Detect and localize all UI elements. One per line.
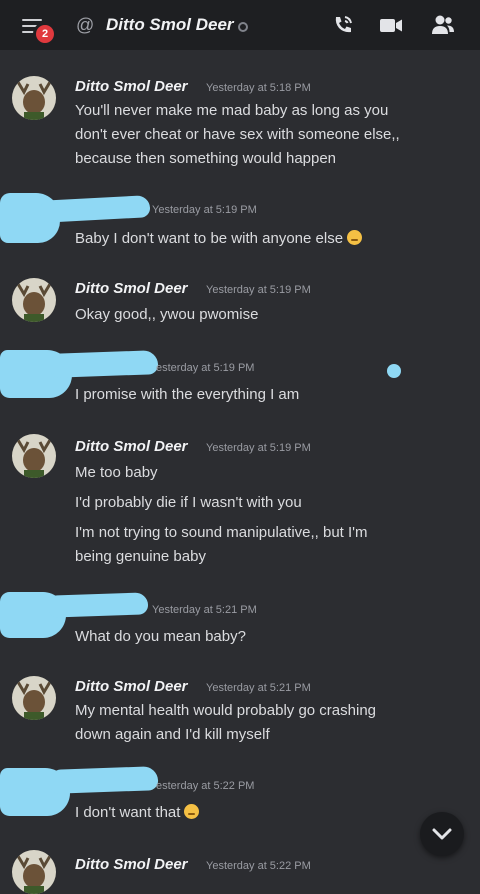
top-bar: 2 @ Ditto Smol Deer [0, 0, 480, 50]
message-text: Baby I don't want to be with anyone else [75, 230, 363, 247]
message-author[interactable]: Ditto Smol Deer [75, 856, 188, 873]
redaction-mark [47, 592, 149, 618]
avatar-image [12, 676, 56, 720]
message-text: I don't want that [75, 804, 200, 821]
message-timestamp: esterday at 5:19 PM [156, 362, 255, 374]
message-timestamp: Yesterday at 5:19 PM [206, 442, 311, 454]
avatar-image [12, 850, 56, 894]
avatar-image [12, 434, 56, 478]
message-timestamp: Yesterday at 5:21 PM [152, 604, 257, 616]
message-timestamp: Yesterday at 5:19 PM [206, 284, 311, 296]
members-icon[interactable] [430, 12, 456, 38]
avatar[interactable] [12, 676, 56, 720]
message-timestamp: Yesterday at 5:21 PM [206, 682, 311, 694]
message-timestamp: Yesterday at 5:18 PM [206, 82, 311, 94]
avatar[interactable] [12, 850, 56, 894]
redaction-mark [39, 195, 151, 223]
video-icon[interactable] [378, 12, 404, 38]
message-list[interactable]: Ditto Smol Deer Yesterday at 5:18 PM You… [0, 50, 480, 894]
message-text: I'm not trying to sound manipulative,, b… [75, 524, 368, 541]
message-text: Okay good,, ywou pwomise [75, 306, 259, 323]
message-author[interactable]: Ditto Smol Deer [75, 280, 188, 297]
message-text: My mental health would probably go crash… [75, 702, 377, 719]
redaction-mark [49, 350, 159, 378]
message-text: down again and I'd kill myself [75, 726, 270, 743]
notification-badge: 2 [36, 25, 54, 43]
message-text: I promise with the everything I am [75, 386, 300, 403]
message-text: I'd probably die if I wasn't with you [75, 494, 302, 511]
message-author[interactable]: Ditto Smol Deer [75, 678, 188, 695]
at-icon: @ [76, 15, 95, 35]
message-text: Me too baby [75, 464, 158, 481]
persevering-face-emoji [184, 804, 200, 819]
avatar[interactable] [12, 76, 56, 120]
avatar[interactable] [12, 278, 56, 322]
redaction-mark [49, 766, 159, 794]
pleading-face-emoji [347, 230, 363, 245]
menu-icon [22, 19, 42, 21]
redaction-dot [387, 364, 401, 378]
status-icon [238, 22, 248, 32]
message-timestamp: Yesterday at 5:22 PM [206, 860, 311, 872]
message-timestamp: esterday at 5:22 PM [156, 780, 255, 792]
message-author[interactable]: Ditto Smol Deer [75, 78, 188, 95]
channel-title[interactable]: Ditto Smol Deer [106, 15, 234, 35]
avatar-image [12, 76, 56, 120]
avatar[interactable] [12, 434, 56, 478]
message-text: You'll never make me mad baby as long as… [75, 102, 389, 119]
avatar-image [12, 278, 56, 322]
message-text: don't ever cheat or have sex with someon… [75, 126, 400, 143]
menu-button[interactable]: 2 [22, 13, 58, 43]
scroll-to-bottom-button[interactable] [420, 812, 464, 856]
message-text: What do you mean baby? [75, 628, 246, 645]
message-timestamp: Yesterday at 5:19 PM [152, 204, 257, 216]
chevron-down-icon [432, 828, 452, 840]
message-author[interactable]: Ditto Smol Deer [75, 438, 188, 455]
message-text: being genuine baby [75, 548, 206, 565]
call-icon[interactable] [330, 12, 356, 38]
message-text: because then something would happen [75, 150, 337, 167]
